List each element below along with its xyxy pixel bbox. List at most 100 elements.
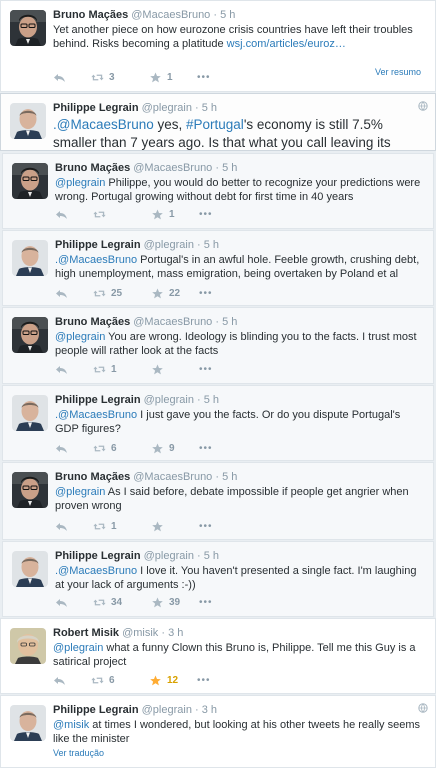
timestamp[interactable]: 5 h [202, 102, 217, 114]
favorite-button[interactable] [151, 521, 199, 532]
mention-link[interactable]: @misik [53, 719, 89, 731]
avatar[interactable] [10, 705, 46, 741]
author-handle[interactable]: @plegrain [144, 550, 194, 562]
author-handle[interactable]: @plegrain [144, 394, 194, 406]
retweet-button[interactable]: 6 [91, 675, 149, 686]
view-translation-link[interactable]: Ver tradução [53, 748, 104, 758]
tweet-card[interactable]: Bruno Maçães @MacaesBruno · 5 h @plegrain… [2, 307, 434, 384]
tweet-card[interactable]: Philippe Legrain @plegrain · 5 h .@Macaes… [0, 93, 436, 151]
timestamp[interactable]: 5 h [222, 316, 237, 328]
favorite-button[interactable]: 12 [149, 675, 197, 686]
retweet-button[interactable]: 34 [93, 597, 151, 608]
tweet-card[interactable]: Philippe Legrain @plegrain · 5 h .@Macaes… [2, 541, 434, 617]
mention-link[interactable]: .@MacaesBruno [53, 117, 154, 132]
timestamp[interactable]: 5 h [204, 394, 219, 406]
tweet-header: Philippe Legrain @plegrain · 5 h [55, 549, 425, 563]
reply-button[interactable] [55, 364, 93, 375]
author-handle[interactable]: @MacaesBruno [133, 471, 212, 483]
retweet-button[interactable]: 25 [93, 288, 151, 299]
tweet-card[interactable]: Robert Misik @misik · 3 h @plegrain what … [0, 618, 436, 694]
text-segment: what a funny Clown this Bruno is, Philip… [53, 642, 416, 668]
timestamp[interactable]: 3 h [202, 704, 217, 716]
reply-button[interactable] [53, 675, 91, 686]
tweet-card[interactable]: Bruno Maçães @MacaesBruno · 5 h @plegrain… [2, 153, 434, 229]
url-link[interactable]: wsj.com/articles/euroz… [227, 38, 346, 50]
mention-link[interactable]: .@MacaesBruno [55, 254, 137, 266]
tweet-card[interactable]: Philippe Legrain @plegrain · 3 h @misik a… [0, 695, 436, 768]
author-handle[interactable]: @MacaesBruno [133, 316, 212, 328]
more-options-button[interactable]: ••• [199, 443, 219, 454]
tweet-actions: 3 1 ••• [53, 70, 217, 84]
tweet-card[interactable]: Bruno Maçães @MacaesBruno · 5 h @plegrain… [2, 462, 434, 540]
favorite-button[interactable]: 9 [151, 443, 199, 454]
timestamp[interactable]: 5 h [220, 9, 235, 21]
author-name[interactable]: Philippe Legrain [53, 102, 139, 114]
more-options-button[interactable]: ••• [197, 675, 217, 686]
more-options-button[interactable]: ••• [199, 521, 219, 532]
reply-button[interactable] [55, 521, 93, 532]
author-handle[interactable]: @MacaesBruno [133, 162, 212, 174]
separator-dot: · [195, 704, 199, 716]
author-name[interactable]: Bruno Maçães [55, 471, 130, 483]
author-name[interactable]: Philippe Legrain [55, 239, 141, 251]
author-name[interactable]: Robert Misik [53, 627, 119, 639]
reply-button[interactable] [55, 443, 93, 454]
mention-link[interactable]: @plegrain [55, 331, 105, 343]
tweet-card[interactable]: Bruno Maçães @MacaesBruno · 5 h Yet anoth… [0, 0, 436, 92]
avatar[interactable] [12, 472, 48, 508]
reply-button[interactable] [53, 72, 91, 83]
author-handle[interactable]: @MacaesBruno [131, 9, 210, 21]
mention-link[interactable]: .@MacaesBruno [55, 565, 137, 577]
author-name[interactable]: Philippe Legrain [55, 394, 141, 406]
favorite-button[interactable]: 22 [151, 288, 199, 299]
reply-button[interactable] [55, 597, 93, 608]
avatar[interactable] [10, 628, 46, 664]
more-options-button[interactable]: ••• [199, 209, 219, 220]
retweet-button[interactable]: 1 [93, 521, 151, 532]
tweet-card[interactable]: Philippe Legrain @plegrain · 5 h .@Macaes… [2, 230, 434, 306]
favorite-button[interactable] [151, 364, 199, 375]
timestamp[interactable]: 5 h [204, 239, 219, 251]
author-name[interactable]: Bruno Maçães [55, 162, 130, 174]
author-name[interactable]: Philippe Legrain [55, 550, 141, 562]
mention-link[interactable]: @plegrain [55, 177, 105, 189]
more-options-button[interactable]: ••• [199, 288, 219, 299]
retweet-button[interactable] [93, 209, 151, 220]
timestamp[interactable]: 5 h [222, 162, 237, 174]
avatar[interactable] [12, 317, 48, 353]
retweet-button[interactable]: 1 [93, 364, 151, 375]
timestamp[interactable]: 3 h [168, 627, 183, 639]
author-name[interactable]: Philippe Legrain [53, 704, 139, 716]
avatar[interactable] [12, 551, 48, 587]
retweet-button[interactable]: 6 [93, 443, 151, 454]
author-handle[interactable]: @misik [122, 627, 158, 639]
tweet-card[interactable]: Philippe Legrain @plegrain · 5 h .@Macaes… [2, 385, 434, 461]
author-handle[interactable]: @plegrain [142, 704, 192, 716]
author-handle[interactable]: @plegrain [144, 239, 194, 251]
retweet-button[interactable]: 3 [91, 72, 149, 83]
timestamp[interactable]: 5 h [204, 550, 219, 562]
author-name[interactable]: Bruno Maçães [53, 9, 128, 21]
favorite-button[interactable]: 39 [151, 597, 199, 608]
favorite-button[interactable]: 1 [151, 209, 199, 220]
mention-link[interactable]: @plegrain [53, 642, 103, 654]
hashtag-link[interactable]: #Portugal [186, 117, 244, 132]
favorite-button[interactable]: 1 [149, 72, 197, 83]
more-options-button[interactable]: ••• [197, 72, 217, 83]
mention-link[interactable]: @plegrain [55, 486, 105, 498]
reply-button[interactable] [55, 209, 93, 220]
timestamp[interactable]: 5 h [222, 471, 237, 483]
mention-link[interactable]: .@MacaesBruno [55, 409, 137, 421]
avatar[interactable] [10, 103, 46, 139]
author-handle[interactable]: @plegrain [142, 102, 192, 114]
avatar[interactable] [12, 240, 48, 276]
avatar[interactable] [10, 10, 46, 46]
reply-button[interactable] [55, 288, 93, 299]
view-summary-link[interactable]: Ver resumo [375, 67, 421, 77]
tweet-content: Bruno Maçães @MacaesBruno · 5 h @plegrain… [55, 315, 425, 358]
more-options-button[interactable]: ••• [199, 597, 219, 608]
avatar[interactable] [12, 163, 48, 199]
avatar[interactable] [12, 395, 48, 431]
more-options-button[interactable]: ••• [199, 364, 219, 375]
author-name[interactable]: Bruno Maçães [55, 316, 130, 328]
